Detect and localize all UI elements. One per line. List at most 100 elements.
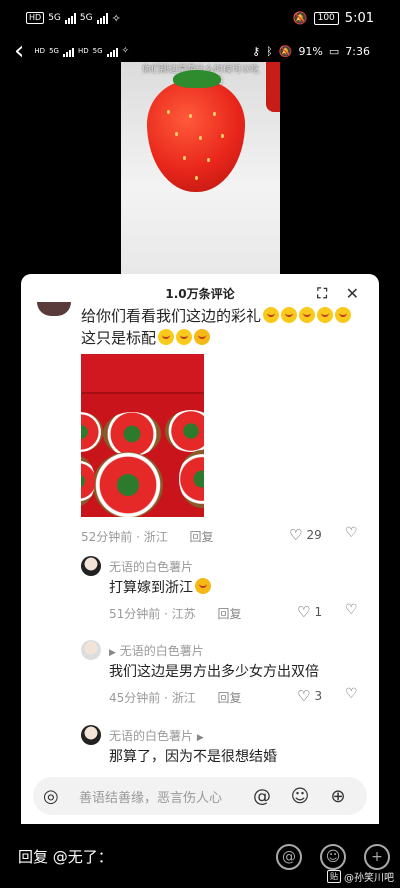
comment-input-bar[interactable]: ◎ 善语结善缘，恶言伤人心 @ ☺ ⊕ (33, 777, 367, 815)
inner-mute-icon: 🔕 (278, 44, 293, 58)
mention-at-icon[interactable]: @ (243, 786, 281, 807)
strawberry-image (147, 70, 245, 192)
reply-target-label[interactable]: 回复 @无了： (18, 846, 113, 867)
watermark-text: @孙笑川吧 (344, 873, 394, 884)
network-5g-label-2: 5G (79, 13, 93, 23)
reply-author-row[interactable]: ▶ 无语的白色薯片 (109, 642, 204, 659)
reply-avatar[interactable] (81, 556, 101, 576)
reply-text: 打算嫁到浙江 (109, 580, 193, 596)
main-comment-like-button[interactable]: ♡ 29 (289, 526, 322, 544)
inner-status-left: ‹ HD 5G HD 5G ✧ (14, 38, 130, 64)
inner-hd-badge: HD (34, 47, 46, 55)
dislike-broken-heart-icon[interactable]: ♡ (345, 686, 358, 702)
plate-image (103, 412, 161, 456)
grin-emoji-icon (158, 329, 175, 345)
mute-icon: 🔕 (292, 11, 308, 25)
wifi-icon: ✧ (111, 11, 121, 25)
reply-meta: 51分钟前 · 江苏 回复 (109, 605, 242, 622)
grin-emoji-icon (335, 307, 352, 323)
heart-icon: ♡ (289, 526, 303, 544)
add-plus-icon[interactable]: + (364, 844, 390, 870)
signal-icon-2 (96, 12, 108, 24)
heart-icon: ♡ (297, 603, 311, 621)
network-5g-label: 5G (48, 13, 61, 23)
inner-battery-icon: ▭ (328, 44, 340, 58)
reply-time: 45分钟前 · 浙江 (109, 691, 196, 705)
main-comment-text-1: 给你们看看我们这边的彩礼 (81, 307, 262, 325)
inner-wifi-icon: ✧ (121, 46, 130, 56)
comment-input[interactable]: 善语结善缘，恶言伤人心 (69, 787, 243, 806)
video-frame[interactable]: 你们那边草莓什么时候可以吃 河南的草莓 (121, 62, 280, 274)
reply-author-row[interactable]: 无语的白色薯片 ▶ (109, 727, 204, 744)
main-comment-reply-button[interactable]: 回复 (190, 530, 214, 544)
strawberry-edge-image (266, 62, 280, 112)
reply-meta: 45分钟前 · 浙江 回复 (109, 689, 242, 706)
main-comment-line1: 给你们看看我们这边的彩礼 (81, 305, 352, 327)
reply-text-row: 打算嫁到浙江 (109, 578, 211, 598)
bottom-reply-bar: 回复 @无了： @ ☺ + 贴 @孙笑川吧 (0, 824, 400, 888)
comment-photo[interactable] (81, 354, 204, 517)
inner-status-bar: ‹ HD 5G HD 5G ✧ ⚷ ᛒ 🔕 91% ▭ 7:36 (0, 38, 400, 64)
plate-image (165, 410, 204, 452)
reply-like-button[interactable]: ♡ 1 (297, 603, 322, 621)
comments-count-title: 1.0万条评论 (165, 287, 235, 301)
grin-emoji-icon (263, 307, 280, 323)
outer-status-right: 🔕 100 5:01 (293, 11, 374, 26)
watermark-logo-icon: 贴 (327, 870, 341, 883)
inner-signal-icon-2 (106, 46, 118, 57)
play-triangle-icon: ▶ (109, 648, 116, 658)
plate-image (179, 450, 204, 508)
main-comment-time: 52分钟前 · 浙江 (81, 530, 168, 544)
back-arrow-icon[interactable]: ‹ (14, 38, 24, 64)
reply-like-count: 1 (314, 605, 323, 619)
bluetooth-icon: ᛒ (266, 44, 273, 58)
grin-emoji-icon (281, 307, 298, 323)
emoji-face-icon[interactable]: ☺ (320, 844, 346, 870)
reply-avatar[interactable] (81, 640, 101, 660)
inner-clock: 7:36 (345, 44, 370, 58)
battery-icon: 100 (313, 11, 339, 25)
reply-text: 那算了，因为不是很想结婚 (109, 749, 277, 765)
wink-emoji-icon (195, 578, 211, 594)
reply-author[interactable]: 无语的白色薯片 (109, 729, 193, 743)
reply-like-button[interactable]: ♡ 3 (297, 687, 322, 705)
reply-like-count: 3 (314, 689, 323, 703)
reply-author[interactable]: 无语的白色薯片 (109, 558, 193, 575)
main-comment-meta: 52分钟前 · 浙江 回复 (81, 528, 214, 545)
watermark: 贴 @孙笑川吧 (327, 869, 394, 884)
heart-icon: ♡ (297, 687, 311, 705)
dislike-broken-heart-icon[interactable]: ♡ (345, 525, 358, 541)
reply-text: 我们这边是男方出多少女方出双倍 (109, 664, 319, 680)
reply-reply-button[interactable]: 回复 (218, 607, 242, 621)
reply-author[interactable]: 无语的白色薯片 (120, 644, 204, 658)
dislike-broken-heart-icon[interactable]: ♡ (345, 602, 358, 618)
camera-icon[interactable]: ◎ (43, 786, 69, 807)
key-icon: ⚷ (252, 44, 261, 58)
add-plus-icon[interactable]: ⊕ (319, 786, 357, 807)
inner-signal-icon (62, 46, 74, 57)
inner-hd-badge-2: HD (77, 47, 89, 55)
inner-battery-percent: 91% (298, 44, 323, 58)
laugh-emoji-icon (194, 329, 211, 345)
hd-badge: HD (26, 12, 45, 24)
inner-5g-label: 5G (49, 47, 59, 55)
reply-time: 51分钟前 · 江苏 (109, 607, 196, 621)
signal-icon (64, 12, 76, 24)
inner-status-right: ⚷ ᛒ 🔕 91% ▭ 7:36 (252, 45, 370, 58)
reply-reply-button[interactable]: 回复 (218, 691, 242, 705)
plate-image (93, 452, 163, 517)
outer-status-left: HD 5G 5G ✧ (26, 12, 121, 25)
plate-image (81, 412, 103, 452)
outer-clock: 5:01 (344, 10, 374, 26)
emoji-face-icon[interactable]: ☺ (281, 786, 319, 807)
gift-box-lid (81, 354, 204, 394)
mention-at-icon[interactable]: @ (276, 844, 302, 870)
comments-panel: 1.0万条评论 ⛶ ✕ 给你们看看我们这边的彩礼 这只是标配 52分钟前 · 浙… (21, 274, 379, 824)
main-comment-text-2: 这只是标配 (81, 329, 157, 347)
main-comment-line2: 这只是标配 (81, 327, 211, 349)
reply-avatar[interactable] (81, 725, 101, 745)
plate-image (81, 456, 95, 506)
grin-emoji-icon (317, 307, 334, 323)
main-comment-like-count: 29 (306, 528, 322, 542)
play-triangle-icon: ▶ (196, 733, 204, 743)
